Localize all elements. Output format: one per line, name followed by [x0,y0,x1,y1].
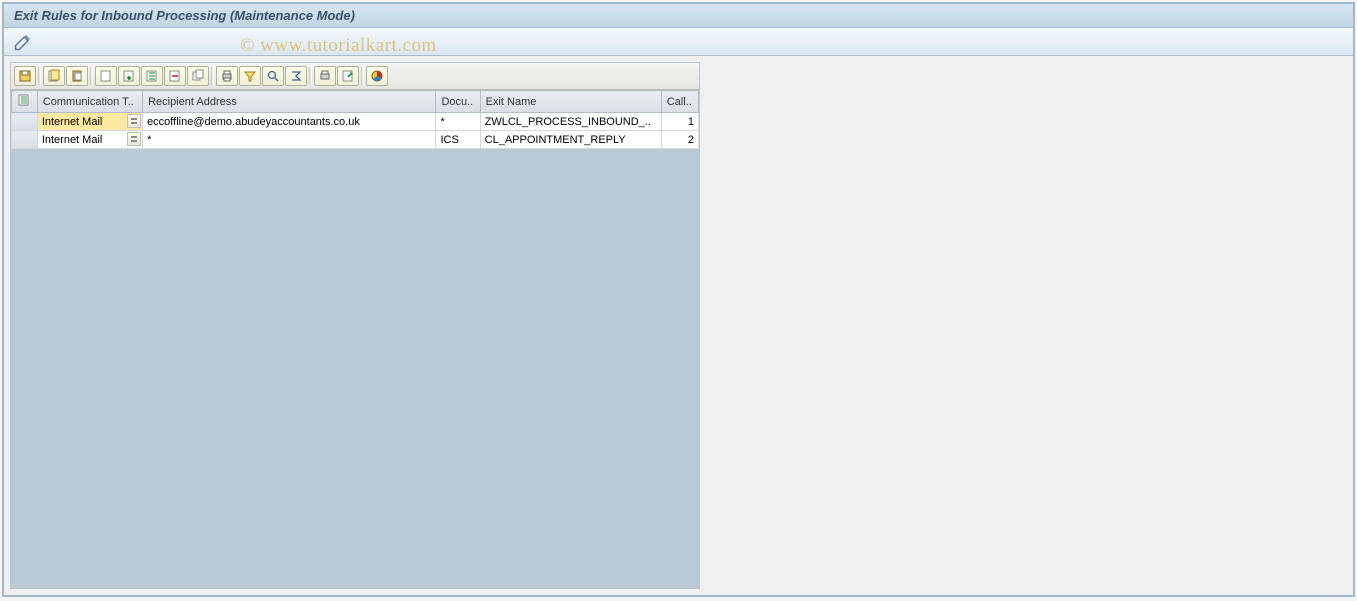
new-row-button[interactable] [95,66,117,86]
table-row[interactable]: Internet Maileccoffline@demo.abudeyaccou… [12,113,699,131]
cell-comm-type[interactable]: Internet Mail [37,113,142,131]
separator [309,67,312,85]
print-button[interactable] [216,66,238,86]
col-header-call-seq[interactable]: Call.. [661,91,698,113]
filter-button[interactable] [239,66,261,86]
dropdown-icon[interactable] [127,132,141,146]
insert-row-button[interactable] [141,66,163,86]
application-toolbar [4,28,1353,56]
graph-button[interactable] [366,66,388,86]
cell-recipient[interactable]: * [143,131,436,149]
col-header-document[interactable]: Docu.. [436,91,480,113]
check-button[interactable] [43,66,65,86]
data-grid: Communication T.. Recipient Address Docu… [11,90,699,149]
row-selector[interactable] [12,113,38,131]
copy-row-button[interactable] [187,66,209,86]
sap-window: Exit Rules for Inbound Processing (Maint… [2,2,1355,597]
save-button[interactable] [14,66,36,86]
table-row[interactable]: Internet Mail*ICSCL_APPOINTMENT_REPLY2 [12,131,699,149]
cell-comm-type[interactable]: Internet Mail [37,131,142,149]
grid-toolbar [11,63,699,90]
separator [211,67,214,85]
find-button[interactable] [262,66,284,86]
cell-call-seq[interactable]: 2 [661,131,698,149]
title-bar: Exit Rules for Inbound Processing (Maint… [4,4,1353,28]
window-title: Exit Rules for Inbound Processing (Maint… [14,8,355,23]
header-row: Communication T.. Recipient Address Docu… [12,91,699,113]
cell-document[interactable]: * [436,113,480,131]
export-button[interactable] [314,66,336,86]
col-header-recipient[interactable]: Recipient Address [143,91,436,113]
paste-button[interactable] [66,66,88,86]
separator [90,67,93,85]
cell-recipient[interactable]: eccoffline@demo.abudeyaccountants.co.uk [143,113,436,131]
select-all-icon[interactable] [17,93,31,107]
row-selector[interactable] [12,131,38,149]
cell-document[interactable]: ICS [436,131,480,149]
col-header-exit-name[interactable]: Exit Name [480,91,661,113]
dropdown-icon[interactable] [127,114,141,128]
cell-exit-name[interactable]: ZWLCL_PROCESS_INBOUND_.. [480,113,661,131]
separator [38,67,41,85]
append-row-button[interactable] [118,66,140,86]
cell-call-seq[interactable]: 1 [661,113,698,131]
edit-pencil-icon[interactable] [12,33,34,51]
corner-cell[interactable] [12,91,38,113]
separator [361,67,364,85]
content-area: Communication T.. Recipient Address Docu… [4,56,1353,595]
alv-grid-panel: Communication T.. Recipient Address Docu… [10,62,700,589]
grid-scroll-area[interactable]: Communication T.. Recipient Address Docu… [11,90,699,588]
sum-button[interactable] [285,66,307,86]
layout-button[interactable] [337,66,359,86]
col-header-comm-type[interactable]: Communication T.. [37,91,142,113]
delete-row-button[interactable] [164,66,186,86]
cell-exit-name[interactable]: CL_APPOINTMENT_REPLY [480,131,661,149]
